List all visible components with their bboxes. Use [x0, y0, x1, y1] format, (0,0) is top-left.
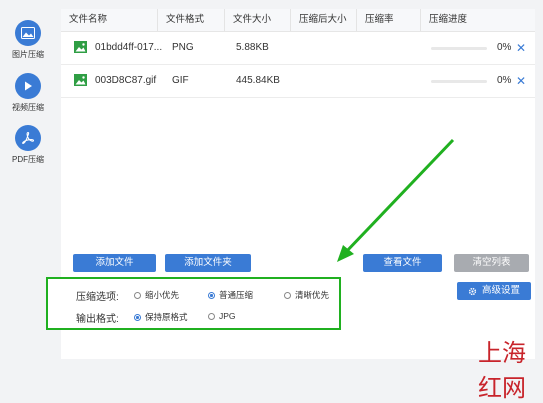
output-format-label: 输出格式: — [76, 314, 119, 325]
radio-compress-normal[interactable]: 普通压缩 — [208, 289, 253, 301]
table-row[interactable]: 01bdd4ff-017... PNG 5.88KB 0% ✕ — [61, 32, 535, 65]
image-icon — [15, 20, 41, 46]
sidebar-item-label: 视频压缩 — [12, 103, 44, 112]
progress-bar — [431, 80, 487, 83]
remove-file-icon[interactable]: ✕ — [516, 32, 526, 64]
file-size: 445.84KB — [236, 75, 280, 86]
table-header: 文件名称 文件格式 文件大小 压缩后大小 压缩率 压缩进度 — [61, 9, 535, 32]
radio-compress-clear[interactable]: 清晰优先 — [284, 289, 329, 301]
radio-compress-small[interactable]: 缩小优先 — [134, 289, 179, 301]
radio-format-jpg[interactable]: JPG — [208, 311, 236, 321]
table-row[interactable]: 003D8C87.gif GIF 445.84KB 0% ✕ — [61, 65, 535, 98]
sidebar-item-label: PDF压缩 — [12, 155, 44, 164]
radio-format-original[interactable]: 保持原格式 — [134, 311, 188, 323]
column-header-format[interactable]: 文件格式 — [158, 9, 225, 31]
sidebar-item-pdf-compress[interactable]: PDF压缩 — [0, 125, 56, 165]
file-format: PNG — [172, 42, 194, 53]
compress-option-label: 压缩选项: — [76, 292, 119, 303]
file-name: 003D8C87.gif — [95, 75, 157, 86]
progress-percent: 0% — [497, 75, 512, 86]
file-format: GIF — [172, 75, 189, 86]
sidebar-item-image-compress[interactable]: 图片压缩 — [0, 20, 56, 60]
column-header-size[interactable]: 文件大小 — [225, 9, 291, 31]
image-file-icon — [74, 41, 87, 53]
image-file-icon — [74, 74, 87, 86]
column-header-progress[interactable]: 压缩进度 — [421, 9, 535, 31]
clear-list-button[interactable]: 清空列表 — [454, 254, 529, 272]
progress-percent: 0% — [497, 42, 512, 53]
pdf-icon — [15, 125, 41, 151]
progress-bar — [431, 47, 487, 50]
remove-file-icon[interactable]: ✕ — [516, 65, 526, 97]
watermark-logo: 上海红网 — [478, 339, 526, 402]
advanced-settings-label: 高级设置 — [481, 285, 520, 296]
sidebar-item-label: 图片压缩 — [12, 50, 44, 59]
column-header-compressed-size[interactable]: 压缩后大小 — [291, 9, 357, 31]
column-header-filename[interactable]: 文件名称 — [61, 9, 158, 31]
file-name: 01bdd4ff-017... — [95, 42, 163, 53]
file-size: 5.88KB — [236, 42, 269, 53]
compression-options-box: 压缩选项: 缩小优先 普通压缩 清晰优先 输出格式: 保持原格式 JPG — [46, 277, 341, 330]
play-icon — [15, 73, 41, 99]
view-file-button[interactable]: 查看文件 — [363, 254, 442, 272]
column-header-ratio[interactable]: 压缩率 — [357, 9, 421, 31]
sidebar-item-video-compress[interactable]: 视频压缩 — [0, 73, 56, 113]
add-file-button[interactable]: 添加文件 — [73, 254, 156, 272]
gear-icon — [468, 287, 477, 295]
add-folder-button[interactable]: 添加文件夹 — [165, 254, 251, 272]
advanced-settings-button[interactable]: 高级设置 — [457, 282, 531, 300]
